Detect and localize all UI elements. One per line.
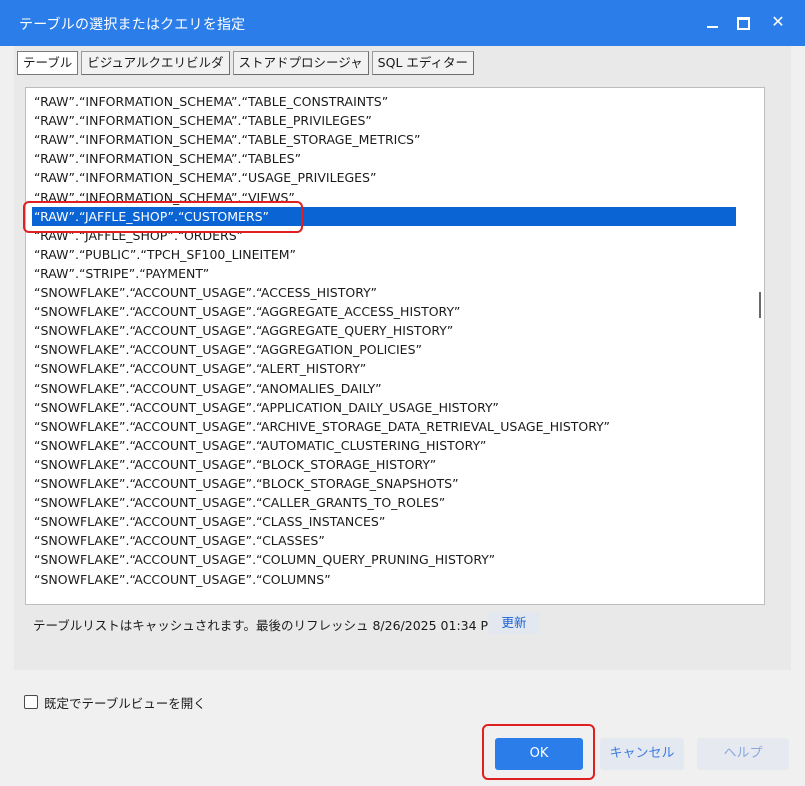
- table-list-item[interactable]: “RAW”.“INFORMATION_SCHEMA”.“TABLE_CONSTR…: [32, 92, 736, 111]
- tab-sql-editor[interactable]: SQL エディター: [371, 51, 475, 75]
- minimize-icon: [706, 26, 718, 28]
- table-list-item[interactable]: “RAW”.“INFORMATION_SCHEMA”.“TABLE_PRIVIL…: [32, 111, 736, 130]
- open-table-view-label: 既定でテーブルビューを開く: [44, 695, 206, 711]
- cache-status-text: テーブルリストはキャッシュされます。最後のリフレッシュ 8/26/2025 01…: [33, 618, 499, 633]
- table-list-item[interactable]: “RAW”.“PUBLIC”.“TPCH_SF100_LINEITEM”: [32, 245, 736, 264]
- title-bar[interactable]: テーブルの選択またはクエリを指定 ✕: [0, 0, 805, 46]
- table-list-item[interactable]: “RAW”.“INFORMATION_SCHEMA”.“TABLE_STORAG…: [32, 130, 736, 149]
- close-icon: ✕: [771, 12, 785, 31]
- tab-table[interactable]: テーブル: [17, 51, 79, 75]
- dialog-content: テーブル ビジュアルクエリビルダ ストアドプロシージャ SQL エディター “S…: [14, 46, 791, 670]
- table-list-item[interactable]: “RAW”.“INFORMATION_SCHEMA”.“USAGE_PRIVIL…: [32, 168, 736, 187]
- table-list-item[interactable]: “SNOWFLAKE”.“ACCOUNT_USAGE”.“ACCESS_HIST…: [32, 283, 736, 302]
- cancel-button[interactable]: キャンセル: [600, 738, 684, 770]
- table-list-item[interactable]: “SNOWFLAKE”.“ACCOUNT_USAGE”.“ANOMALIES_D…: [32, 379, 736, 398]
- maximize-button[interactable]: [727, 8, 759, 36]
- ok-button[interactable]: OK: [495, 738, 583, 770]
- table-list-item[interactable]: “SNOWFLAKE”.“ACCOUNT_USAGE”.“CLASS_INSTA…: [32, 512, 736, 531]
- table-list-item[interactable]: “SNOWFLAKE”.“ACCOUNT_USAGE”.“CALLER_GRAN…: [32, 493, 736, 512]
- table-list-item[interactable]: “SNOWFLAKE”.“ACCOUNT_USAGE”.“AGGREGATE_A…: [32, 302, 736, 321]
- table-list-item[interactable]: “SNOWFLAKE”.“ACCOUNT_USAGE”.“COLUMNS”: [32, 570, 736, 589]
- tab-visual-query-builder[interactable]: ビジュアルクエリビルダ: [81, 51, 230, 75]
- table-list-item[interactable]: “SNOWFLAKE”.“ACCOUNT_USAGE”.“COLUMN_QUER…: [32, 550, 736, 569]
- minimize-button[interactable]: [696, 8, 728, 36]
- dialog-title: テーブルの選択またはクエリを指定: [19, 17, 246, 33]
- tab-bar: テーブル ビジュアルクエリビルダ ストアドプロシージャ SQL エディター: [17, 51, 475, 75]
- table-list-item[interactable]: “SNOWFLAKE”.“ACCOUNT_USAGE”.“AUTOMATIC_C…: [32, 436, 736, 455]
- scrollbar-thumb[interactable]: [759, 292, 761, 318]
- dialog-window: テーブルの選択またはクエリを指定 ✕ テーブル ビジュアルクエリビルダ ストアド…: [0, 0, 805, 786]
- help-button[interactable]: ヘルプ: [697, 738, 789, 770]
- table-list-item[interactable]: “SNOWFLAKE”.“ACCOUNT_USAGE”.“AGGREGATION…: [32, 340, 736, 359]
- table-list-item[interactable]: “SNOWFLAKE”.“ACCOUNT_USAGE”.“ARCHIVE_STO…: [32, 417, 736, 436]
- table-list[interactable]: “SNOWFLAKE”.“ACCOUNT_USAGE”.“COLUMNS” “SN…: [25, 87, 765, 605]
- table-list-item[interactable]: “SNOWFLAKE”.“ACCOUNT_USAGE”.“ALERT_HISTO…: [32, 359, 736, 378]
- table-list-item[interactable]: “SNOWFLAKE”.“ACCOUNT_USAGE”.“BLOCK_STORA…: [32, 474, 736, 493]
- table-list-item[interactable]: “SNOWFLAKE”.“ACCOUNT_USAGE”.“BLOCK_STORA…: [32, 455, 736, 474]
- tab-stored-procedure[interactable]: ストアドプロシージャ: [232, 51, 369, 75]
- table-list-item[interactable]: “RAW”.“STRIPE”.“PAYMENT”: [32, 264, 736, 283]
- refresh-button[interactable]: 更新: [488, 612, 540, 634]
- maximize-icon: [736, 17, 750, 30]
- table-list-item[interactable]: “SNOWFLAKE”.“ACCOUNT_USAGE”.“APPLICATION…: [32, 398, 736, 417]
- table-list-item[interactable]: “RAW”.“JAFFLE_SHOP”.“ORDERS”: [32, 226, 736, 245]
- open-table-view-checkbox[interactable]: [24, 695, 38, 709]
- table-list-item[interactable]: “SNOWFLAKE”.“ACCOUNT_USAGE”.“CLASSES”: [32, 531, 736, 550]
- table-list-item[interactable]: “RAW”.“INFORMATION_SCHEMA”.“VIEWS”: [32, 188, 736, 207]
- table-list-item[interactable]: “SNOWFLAKE”.“ACCOUNT_USAGE”.“AGGREGATE_Q…: [32, 321, 736, 340]
- close-button[interactable]: ✕: [762, 8, 794, 36]
- table-list-item[interactable]: “RAW”.“INFORMATION_SCHEMA”.“TABLES”: [32, 149, 736, 168]
- table-list-item-selected[interactable]: “RAW”.“JAFFLE_SHOP”.“CUSTOMERS”: [32, 206, 736, 226]
- open-table-view-option[interactable]: 既定でテーブルビューを開く: [24, 693, 206, 711]
